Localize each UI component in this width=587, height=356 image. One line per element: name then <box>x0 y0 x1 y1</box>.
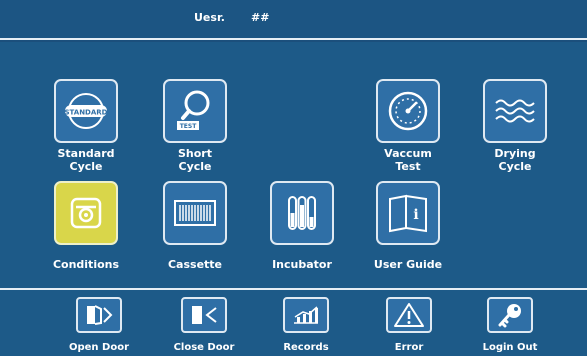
error-button[interactable] <box>386 297 432 333</box>
vaccum-test-button[interactable] <box>376 79 440 143</box>
svg-text:STANDARD: STANDARD <box>65 109 108 117</box>
open-door-button[interactable] <box>76 297 122 333</box>
user-label: Uesr. <box>194 11 225 24</box>
standard-cycle-label: Standard Cycle <box>57 147 115 173</box>
cassette-label: Cassette <box>167 258 223 271</box>
standard-cycle-button[interactable]: STANDARD <box>54 79 118 143</box>
close-door-button[interactable] <box>181 297 227 333</box>
short-cycle-button[interactable]: TEST <box>163 79 227 143</box>
drying-cycle-button[interactable] <box>483 79 547 143</box>
vaccum-test-label: Vaccum Test <box>384 147 432 173</box>
standard-badge-icon: STANDARD <box>65 93 108 129</box>
open-door-label: Open Door <box>68 342 129 353</box>
error-label: Error <box>394 342 424 353</box>
user-guide-label: User Guide <box>373 258 443 271</box>
incubator-label: Incubator <box>272 258 332 271</box>
cassette-icon <box>174 200 216 226</box>
incubator-icon <box>288 196 316 230</box>
conditions-icon <box>70 197 102 229</box>
records-label: Records <box>283 342 329 353</box>
drying-cycle-label: Drying Cycle <box>494 147 536 173</box>
close-door-icon <box>192 306 217 324</box>
login-out-label: Login Out <box>482 342 538 353</box>
login-out-button[interactable] <box>487 297 533 333</box>
header-bar: Uesr. ## <box>0 0 587 40</box>
conditions-button[interactable] <box>54 181 118 245</box>
conditions-label: Conditions <box>52 258 120 271</box>
close-door-label: Close Door <box>173 342 235 353</box>
svg-text:i: i <box>413 207 418 223</box>
gauge-icon <box>388 91 428 131</box>
records-button[interactable] <box>283 297 329 333</box>
magnifier-test-icon: TEST <box>177 90 210 130</box>
short-cycle-label: Short Cycle <box>178 147 212 173</box>
book-info-icon: i <box>389 194 427 233</box>
user-guide-button[interactable]: i <box>376 181 440 245</box>
chart-icon <box>294 306 318 324</box>
incubator-button[interactable] <box>270 181 334 245</box>
waves-icon <box>495 99 535 123</box>
cassette-button[interactable] <box>163 181 227 245</box>
key-icon <box>498 304 521 328</box>
svg-text:TEST: TEST <box>180 123 198 130</box>
open-door-icon <box>87 305 113 325</box>
user-value: ## <box>251 11 270 24</box>
warning-icon <box>394 303 424 327</box>
